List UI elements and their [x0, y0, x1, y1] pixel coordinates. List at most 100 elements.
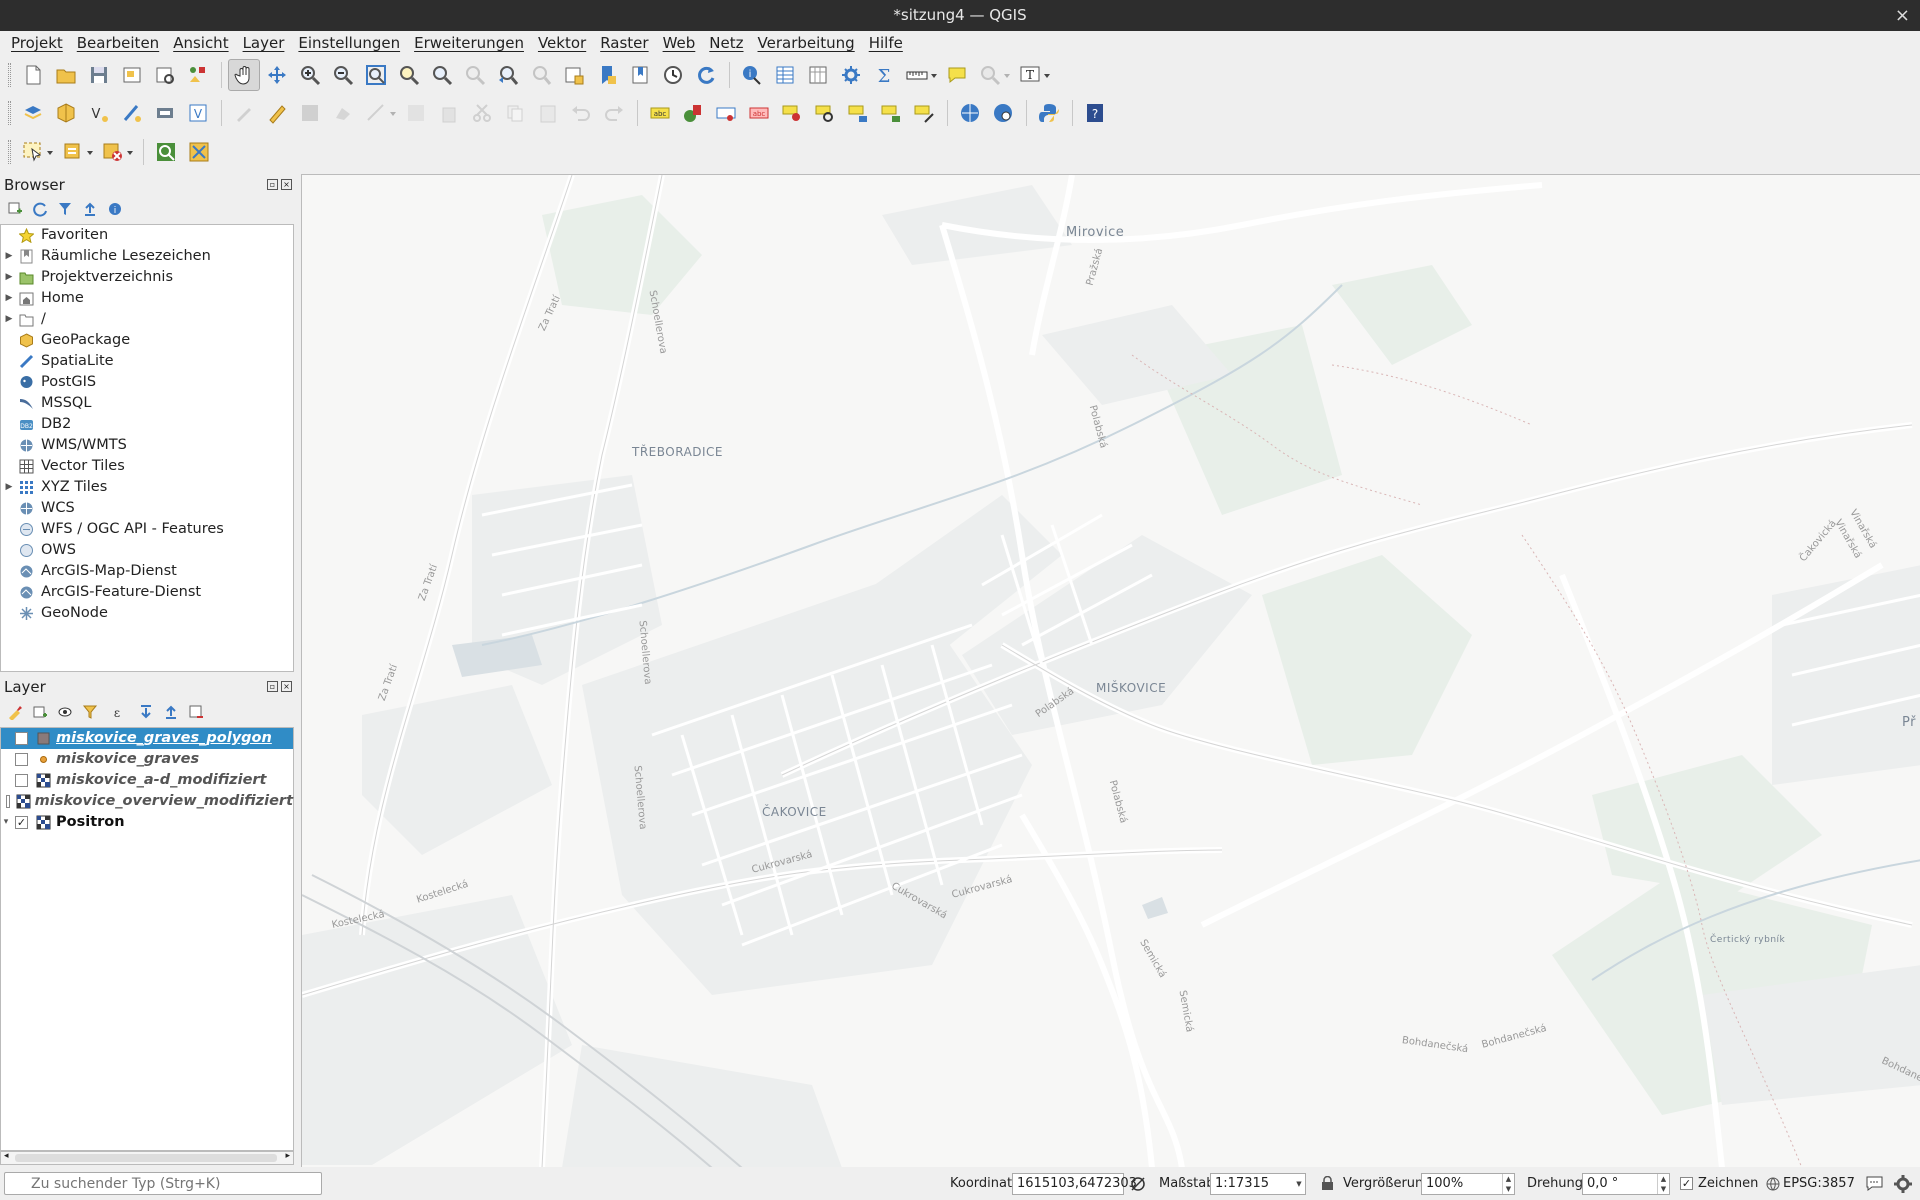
menu-item-hilfe[interactable]: Hilfe: [862, 31, 910, 56]
browser-item[interactable]: WCS: [1, 498, 293, 519]
browser-item[interactable]: ▶ Projektverzeichnis: [1, 267, 293, 288]
show-hide-labels-icon[interactable]: [776, 97, 808, 129]
data-source-manager-icon[interactable]: [17, 97, 49, 129]
coordinate-field[interactable]: 1615103,6472303: [1012, 1173, 1137, 1195]
layer-item[interactable]: ▾ ✓ Positron: [1, 812, 293, 833]
zoom-in-icon[interactable]: [294, 59, 326, 91]
new-virtual-layer-icon[interactable]: [149, 97, 181, 129]
spinner-arrows-icon[interactable]: ▲ ▼: [1657, 1174, 1669, 1194]
layer-tree[interactable]: miskovice_graves_polygon miskovice_graves…: [0, 727, 294, 1151]
locator-icon[interactable]: [974, 59, 1010, 91]
rotate-label-icon[interactable]: [842, 97, 874, 129]
measure-icon[interactable]: [901, 59, 937, 91]
lock-icon[interactable]: [1321, 1176, 1334, 1191]
identify-features-icon[interactable]: i: [736, 59, 768, 91]
label-properties-icon[interactable]: [908, 97, 940, 129]
select-by-value-icon[interactable]: [57, 136, 93, 168]
pan-map-icon[interactable]: [228, 59, 260, 91]
add-selected-layers-icon[interactable]: [4, 198, 26, 220]
new-bookmark-icon[interactable]: [591, 59, 623, 91]
new-map-view-icon[interactable]: [558, 59, 590, 91]
processing-toolbox-icon[interactable]: [835, 59, 867, 91]
menu-item-netz[interactable]: Netz: [702, 31, 750, 56]
locator-search-input[interactable]: [4, 1172, 322, 1195]
new-geopackage-layer-icon[interactable]: [50, 97, 82, 129]
menu-item-bearbeiten[interactable]: Bearbeiten: [70, 31, 166, 56]
paste-features-icon[interactable]: [532, 97, 564, 129]
browser-item[interactable]: ▶ Home: [1, 288, 293, 309]
modify-attributes-icon[interactable]: [400, 97, 432, 129]
menu-item-projekt[interactable]: Projekt: [4, 31, 70, 56]
cut-features-icon[interactable]: [466, 97, 498, 129]
new-shapefile-layer-icon[interactable]: V: [83, 97, 115, 129]
python-console-icon[interactable]: [1033, 97, 1065, 129]
refresh-icon[interactable]: [690, 59, 722, 91]
remove-layer-icon[interactable]: [185, 701, 207, 723]
change-label-icon[interactable]: [875, 97, 907, 129]
menu-item-raster[interactable]: Raster: [593, 31, 655, 56]
magnifier-field[interactable]: 100% ▲ ▼: [1421, 1173, 1515, 1195]
browser-item[interactable]: WFS / OGC API - Features: [1, 519, 293, 540]
expand-arrow-icon[interactable]: ▶: [1, 246, 17, 267]
browser-item[interactable]: Vector Tiles: [1, 456, 293, 477]
metasearch-results-icon[interactable]: [987, 97, 1019, 129]
float-panel-icon[interactable]: ▫: [267, 681, 278, 692]
expand-arrow-icon[interactable]: ▶: [1, 477, 17, 498]
scroll-right-icon[interactable]: ▸: [285, 1151, 290, 1161]
layout-manager-icon[interactable]: [149, 59, 181, 91]
expand-arrow-icon[interactable]: ▶: [1, 267, 17, 288]
undo-icon[interactable]: [565, 97, 597, 129]
layer-item[interactable]: miskovice_graves_polygon: [1, 728, 293, 749]
select-features-icon[interactable]: [17, 136, 53, 168]
layer-visibility-checkbox[interactable]: [15, 732, 28, 745]
filter-expression-icon[interactable]: ε: [104, 701, 132, 723]
crs-button[interactable]: EPSG:3857: [1783, 1167, 1855, 1200]
add-feature-icon[interactable]: [327, 97, 359, 129]
pan-to-selection-icon[interactable]: [261, 59, 293, 91]
browser-item[interactable]: GeoNode: [1, 603, 293, 624]
task-manager-icon[interactable]: [1893, 1174, 1913, 1194]
chevron-down-icon[interactable]: ▼: [1293, 1174, 1305, 1194]
browser-item[interactable]: PostGIS: [1, 372, 293, 393]
layer-item[interactable]: miskovice_graves: [1, 749, 293, 770]
close-icon[interactable]: ×: [1895, 0, 1910, 31]
browser-item[interactable]: ▶ XYZ Tiles: [1, 477, 293, 498]
text-annotation-icon[interactable]: T: [1014, 59, 1050, 91]
redo-icon[interactable]: [598, 97, 630, 129]
menu-item-ansicht[interactable]: Ansicht: [166, 31, 235, 56]
delete-selected-icon[interactable]: [433, 97, 465, 129]
zoom-next-icon[interactable]: [525, 59, 557, 91]
plugin-tool-icon[interactable]: [183, 136, 215, 168]
browser-item[interactable]: ArcGIS-Map-Dienst: [1, 561, 293, 582]
menu-item-web[interactable]: Web: [656, 31, 703, 56]
menu-item-verarbeitung[interactable]: Verarbeitung: [751, 31, 862, 56]
browser-item[interactable]: Favoriten: [1, 225, 293, 246]
refresh-icon[interactable]: [29, 198, 51, 220]
diagram-options-icon[interactable]: [677, 97, 709, 129]
layer-scrollbar[interactable]: ◂ ▸: [0, 1151, 294, 1165]
save-project-icon[interactable]: [83, 59, 115, 91]
collapse-all-icon[interactable]: [79, 198, 101, 220]
temporal-controller-icon[interactable]: [657, 59, 689, 91]
render-checkbox[interactable]: ✓: [1680, 1177, 1693, 1190]
browser-item[interactable]: SpatiaLite: [1, 351, 293, 372]
close-panel-icon[interactable]: ×: [281, 681, 292, 692]
toolbar-grip[interactable]: [8, 101, 11, 125]
layer-item[interactable]: miskovice_overview_modifiziert: [1, 791, 293, 812]
menu-item-erweiterungen[interactable]: Erweiterungen: [407, 31, 531, 56]
layer-visibility-checkbox[interactable]: ✓: [15, 816, 28, 829]
properties-info-icon[interactable]: i: [104, 198, 126, 220]
new-project-icon[interactable]: [17, 59, 49, 91]
browser-item[interactable]: OWS: [1, 540, 293, 561]
add-group-icon[interactable]: [29, 701, 51, 723]
layer-visibility-checkbox[interactable]: [15, 774, 28, 787]
toolbar-grip[interactable]: [8, 63, 11, 87]
layer-visibility-checkbox[interactable]: [15, 753, 28, 766]
deselect-all-icon[interactable]: [97, 136, 133, 168]
browser-item[interactable]: ▶ Räumliche Lesezeichen: [1, 246, 293, 267]
expand-all-icon[interactable]: [135, 701, 157, 723]
browser-item[interactable]: WMS/WMTS: [1, 435, 293, 456]
new-temporary-layer-icon[interactable]: V: [182, 97, 214, 129]
copy-features-icon[interactable]: [499, 97, 531, 129]
toggle-extents-icon[interactable]: [1130, 1176, 1146, 1192]
